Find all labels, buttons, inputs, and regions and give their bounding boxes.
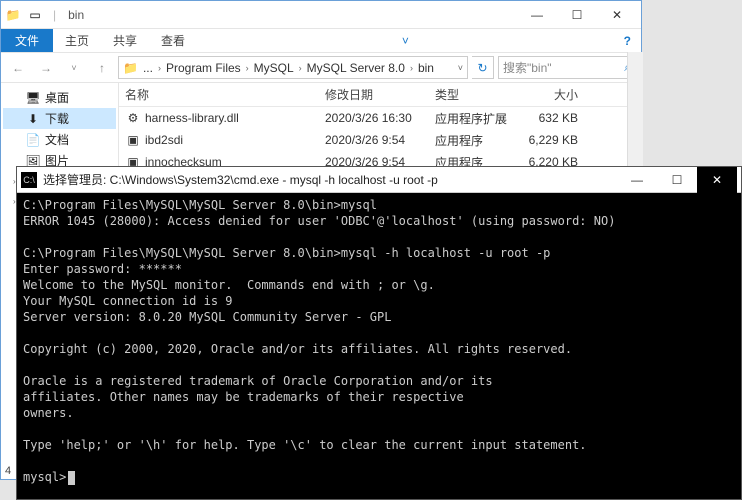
file-name: harness-library.dll xyxy=(145,111,239,125)
file-type: 应用程序 xyxy=(429,132,514,149)
item-icon: 🖥 xyxy=(25,90,41,106)
cmd-window: C:\ 选择管理员: C:\Windows\System32\cmd.exe -… xyxy=(16,166,742,500)
help-icon[interactable]: ? xyxy=(614,29,641,52)
crumb[interactable]: bin xyxy=(418,61,434,75)
sidebar-item[interactable]: 🖥桌面 xyxy=(3,87,116,108)
minimize-button[interactable]: — xyxy=(517,1,557,29)
chevron-right-icon[interactable]: › xyxy=(296,63,305,73)
file-size: 632 KB xyxy=(514,111,584,125)
crumb[interactable]: Program Files xyxy=(166,61,241,75)
breadcrumb[interactable]: 📁 ...› Program Files› MySQL› MySQL Serve… xyxy=(118,56,468,79)
file-date: 2020/3/26 9:54 xyxy=(319,133,429,147)
file-name: ibd2sdi xyxy=(145,133,183,147)
window-controls: — ☐ ✕ xyxy=(517,1,637,29)
item-icon: 📄 xyxy=(25,132,41,148)
sidebar-item-label: 桌面 xyxy=(45,89,69,106)
file-row[interactable]: ▣ ibd2sdi 2020/3/26 9:54应用程序6,229 KB xyxy=(119,129,641,151)
window-title: bin xyxy=(68,8,84,22)
titlebar[interactable]: 📁 ▭ | bin — ☐ ✕ xyxy=(1,1,641,29)
up-button[interactable]: ↑ xyxy=(90,56,114,80)
tab-share[interactable]: 共享 xyxy=(101,29,149,52)
maximize-button[interactable]: ☐ xyxy=(557,1,597,29)
separator: | xyxy=(53,8,56,22)
sidebar-item[interactable]: 📄文档 xyxy=(3,129,116,150)
search-input[interactable]: 搜索"bin" ⌕ xyxy=(498,56,636,79)
folder-icon: 📁 xyxy=(5,7,21,23)
cmd-title-text: 选择管理员: C:\Windows\System32\cmd.exe - mys… xyxy=(43,171,438,188)
window-controls: — ☐ ✕ xyxy=(617,167,737,193)
sidebar-item-label: 文档 xyxy=(45,131,69,148)
file-row[interactable]: ⚙ harness-library.dll 2020/3/26 16:30应用程序扩… xyxy=(119,107,641,129)
chevron-down-icon[interactable]: ˅ xyxy=(458,63,463,73)
file-icon: ⚙ xyxy=(125,110,141,126)
close-button[interactable]: ✕ xyxy=(597,1,637,29)
back-button[interactable]: ← xyxy=(6,56,30,80)
ribbon-expand-icon[interactable]: ˅ xyxy=(392,29,419,52)
item-icon: ⬇ xyxy=(25,111,41,127)
crumb[interactable]: ... xyxy=(143,61,153,75)
forward-button[interactable]: → xyxy=(34,56,58,80)
tab-view[interactable]: 查看 xyxy=(149,29,197,52)
crumb[interactable]: MySQL xyxy=(254,61,294,75)
sidebar-item-label: 下载 xyxy=(45,110,69,127)
chevron-right-icon[interactable]: › xyxy=(407,63,416,73)
chevron-right-icon[interactable]: › xyxy=(155,63,164,73)
col-name[interactable]: 名称 xyxy=(119,86,319,103)
tab-file[interactable]: 文件 xyxy=(1,29,53,52)
file-date: 2020/3/26 16:30 xyxy=(319,111,429,125)
properties-icon[interactable]: ▭ xyxy=(27,7,43,23)
maximize-button[interactable]: ☐ xyxy=(657,167,697,193)
terminal-text: C:\Program Files\MySQL\MySQL Server 8.0\… xyxy=(23,198,615,484)
crumb[interactable]: MySQL Server 8.0 xyxy=(307,61,405,75)
cursor xyxy=(68,471,75,485)
col-size[interactable]: 大小 xyxy=(514,86,584,103)
col-date[interactable]: 修改日期 xyxy=(319,86,429,103)
tab-home[interactable]: 主页 xyxy=(53,29,101,52)
search-placeholder: 搜索"bin" xyxy=(503,59,552,76)
folder-icon: 📁 xyxy=(123,61,138,75)
recent-dropdown-icon[interactable]: ˅ xyxy=(62,56,86,80)
column-headers: 名称 修改日期 类型 大小 xyxy=(119,83,641,107)
ribbon-tabs: 文件 主页 共享 查看 ˅ ? xyxy=(1,29,641,53)
minimize-button[interactable]: — xyxy=(617,167,657,193)
file-type: 应用程序扩展 xyxy=(429,110,514,127)
file-icon: ▣ xyxy=(125,132,141,148)
address-bar-row: ← → ˅ ↑ 📁 ...› Program Files› MySQL› MyS… xyxy=(1,53,641,83)
terminal-output[interactable]: C:\Program Files\MySQL\MySQL Server 8.0\… xyxy=(17,193,741,489)
sidebar-item[interactable]: ⬇下载 xyxy=(3,108,116,129)
col-type[interactable]: 类型 xyxy=(429,86,514,103)
cmd-titlebar[interactable]: C:\ 选择管理员: C:\Windows\System32\cmd.exe -… xyxy=(17,167,741,193)
close-button[interactable]: ✕ xyxy=(697,167,737,193)
item-count: 4 xyxy=(5,465,11,477)
refresh-button[interactable]: ↻ xyxy=(472,56,494,79)
cmd-icon: C:\ xyxy=(21,172,37,188)
file-size: 6,229 KB xyxy=(514,133,584,147)
chevron-right-icon[interactable]: › xyxy=(243,63,252,73)
